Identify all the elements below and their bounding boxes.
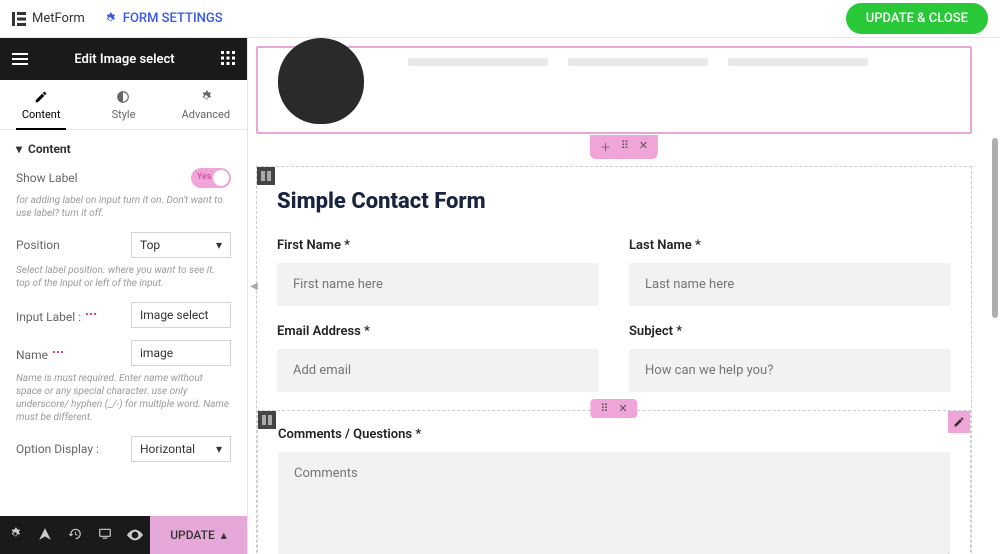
hamburger-icon[interactable] xyxy=(12,50,28,69)
form-settings-link[interactable]: FORM SETTINGS xyxy=(103,11,223,26)
top-bar: MetForm FORM SETTINGS UPDATE & CLOSE xyxy=(0,0,1000,38)
app-logo[interactable]: MetForm xyxy=(12,11,85,26)
caret-down-icon: ▾ xyxy=(16,142,22,156)
delete-section-icon[interactable]: ✕ xyxy=(639,139,648,155)
position-label: Position xyxy=(16,238,60,252)
edit-section-icon[interactable]: ⠿ xyxy=(600,402,608,415)
email-input[interactable] xyxy=(277,349,599,392)
dynamic-icon[interactable] xyxy=(51,345,65,359)
update-label: UPDATE xyxy=(170,528,215,542)
sidebar-tabs: Content Style Advanced xyxy=(0,80,247,130)
subject-label: Subject * xyxy=(629,324,951,339)
email-label: Email Address * xyxy=(277,324,599,339)
position-help: Select label position. where you want to… xyxy=(16,264,231,290)
collapse-sidebar-icon[interactable]: ◀ xyxy=(248,270,260,302)
comments-label: Comments / Questions * xyxy=(278,427,950,442)
add-section-icon[interactable]: ＋ xyxy=(600,139,611,155)
image-select-widget[interactable] xyxy=(256,46,972,134)
first-name-input[interactable] xyxy=(277,263,599,306)
contact-form-section[interactable]: Simple Contact Form First Name * Last Na… xyxy=(256,166,972,554)
tab-content-label: Content xyxy=(22,108,61,121)
column-handle-icon[interactable] xyxy=(258,411,276,429)
elementor-icon xyxy=(12,12,26,26)
editor-canvas: ＋ ⠿ ✕ Simple Contact Form First Name * L… xyxy=(248,38,1000,554)
show-label-label: Show Label xyxy=(16,171,78,185)
last-name-input[interactable] xyxy=(629,263,951,306)
history-icon[interactable] xyxy=(60,526,90,545)
last-name-field[interactable]: Last Name * xyxy=(629,238,951,306)
panel-section-title[interactable]: ▾ Content xyxy=(16,142,231,156)
sidebar-footer: UPDATE ▴ xyxy=(0,516,247,554)
tab-style[interactable]: Style xyxy=(82,80,164,129)
option-display-label: Option Display : xyxy=(16,442,99,456)
name-label: Name xyxy=(16,345,65,362)
section-controls: ＋ ⠿ ✕ xyxy=(590,135,658,159)
responsive-icon[interactable] xyxy=(90,526,120,545)
navigator-icon[interactable] xyxy=(30,526,60,545)
caret-up-icon: ▴ xyxy=(221,528,227,542)
show-label-help: for adding label on input turn it on. Do… xyxy=(16,194,231,220)
gear-icon xyxy=(103,12,117,26)
inner-section-controls: ⠿ ✕ xyxy=(590,399,637,418)
pencil-icon xyxy=(34,90,48,104)
gear-icon xyxy=(199,90,213,104)
content-panel: ▾ Content Show Label Yes for adding labe… xyxy=(0,130,247,516)
preview-icon[interactable] xyxy=(120,526,150,545)
edit-widget-icon[interactable] xyxy=(948,411,970,433)
email-field[interactable]: Email Address * xyxy=(277,324,599,392)
subject-input[interactable] xyxy=(629,349,951,392)
dynamic-icon[interactable] xyxy=(84,307,98,321)
delete-section-icon[interactable]: ✕ xyxy=(618,402,627,415)
tab-style-label: Style xyxy=(112,108,136,121)
first-name-label: First Name * xyxy=(277,238,599,253)
editor-sidebar: Edit Image select Content Style Advanced… xyxy=(0,38,248,554)
widgets-grid-icon[interactable] xyxy=(221,50,235,69)
last-name-label: Last Name * xyxy=(629,238,951,253)
show-label-toggle[interactable]: Yes xyxy=(191,168,231,188)
update-close-button[interactable]: UPDATE & CLOSE xyxy=(846,3,988,34)
tab-advanced-label: Advanced xyxy=(182,108,230,121)
contrast-icon xyxy=(116,90,130,104)
position-select[interactable]: Top ▾ xyxy=(131,232,231,258)
update-button[interactable]: UPDATE ▴ xyxy=(150,516,247,554)
name-field[interactable] xyxy=(131,340,231,366)
toggle-knob xyxy=(213,170,229,186)
tab-content[interactable]: Content xyxy=(0,80,82,129)
input-label-field[interactable] xyxy=(131,302,231,328)
caret-down-icon: ▾ xyxy=(216,238,222,252)
first-name-field[interactable]: First Name * xyxy=(277,238,599,306)
sidebar-title: Edit Image select xyxy=(74,52,174,67)
toggle-value: Yes xyxy=(197,172,212,182)
settings-icon[interactable] xyxy=(0,526,30,545)
caret-down-icon: ▾ xyxy=(216,442,222,456)
column-handle-icon[interactable] xyxy=(257,167,275,185)
option-display-value: Horizontal xyxy=(140,442,195,456)
scrollbar[interactable] xyxy=(992,138,998,438)
tab-advanced[interactable]: Advanced xyxy=(165,80,247,129)
name-help: Name is must required. Enter name withou… xyxy=(16,372,231,424)
comments-input[interactable] xyxy=(278,452,950,554)
preview-image xyxy=(278,38,364,124)
edit-section-icon[interactable]: ⠿ xyxy=(621,139,629,155)
form-settings-label: FORM SETTINGS xyxy=(123,11,223,26)
sidebar-header: Edit Image select xyxy=(0,38,247,80)
input-label-label: Input Label : xyxy=(16,307,98,324)
position-value: Top xyxy=(140,238,160,252)
option-display-select[interactable]: Horizontal ▾ xyxy=(131,436,231,462)
form-title: Simple Contact Form xyxy=(277,189,951,214)
panel-section-label: Content xyxy=(28,142,71,156)
subject-field[interactable]: Subject * xyxy=(629,324,951,392)
comments-section[interactable]: ⠿ ✕ Comments / Questions * xyxy=(257,410,971,554)
app-name: MetForm xyxy=(32,11,85,26)
preview-placeholders xyxy=(408,58,868,66)
